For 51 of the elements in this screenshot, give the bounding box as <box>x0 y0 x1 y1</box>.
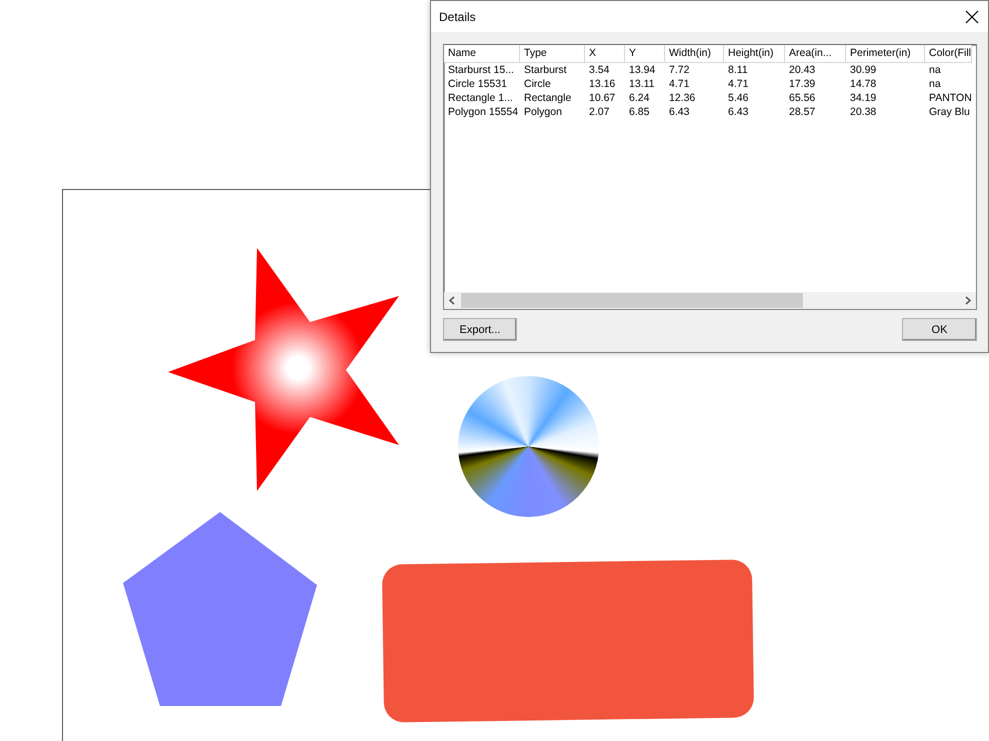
dialog-title: Details <box>439 10 476 24</box>
table-cell-text: 65.56 <box>788 91 816 105</box>
table-cell-text: Rectangle <box>523 91 572 105</box>
table-cell-text: Gray Blu <box>928 105 971 119</box>
table-cell-text: 6.24 <box>628 91 650 105</box>
table-cell-text: 13.11 <box>628 77 656 91</box>
table-cell-text: PANTON <box>928 91 972 105</box>
export-button[interactable]: Export... <box>443 318 517 341</box>
table-cell-text: Polygon <box>523 105 563 119</box>
table-cell-text: 4.71 <box>727 77 750 91</box>
table-cell-text: Circle 15531 <box>447 77 508 91</box>
table-cell-text: na <box>928 63 942 77</box>
scrollbar-thumb[interactable] <box>461 293 803 308</box>
table-cell-text: 28.57 <box>788 105 816 119</box>
table-cell-text: Rectangle 1... <box>447 91 514 105</box>
table-cell-text: Circle <box>523 77 552 91</box>
column-header[interactable]: Perimeter(in) <box>846 45 925 63</box>
table-cell-text: Starburst <box>523 63 568 77</box>
table-cell-text: 8.11 <box>727 63 749 77</box>
close-icon[interactable] <box>964 8 980 24</box>
table-cell-text: 6.43 <box>668 105 690 119</box>
table-cell-text: 6.85 <box>628 105 650 119</box>
column-header[interactable]: Height(in) <box>724 45 785 63</box>
table-cell-text: 13.94 <box>628 63 656 77</box>
ok-button[interactable]: OK <box>902 318 977 341</box>
column-header[interactable]: Width(in) <box>665 45 724 63</box>
table-cell-text: 7.72 <box>668 63 690 77</box>
table-cell-text: 20.38 <box>849 105 878 119</box>
table-cell-text: 14.78 <box>849 77 878 91</box>
column-header[interactable]: Y <box>625 45 665 63</box>
column-header[interactable]: Area(in... <box>785 45 846 63</box>
table-cell-text: 34.19 <box>849 91 878 105</box>
table-cell-text: na <box>928 77 942 91</box>
column-header[interactable]: Color(Fill <box>925 45 972 63</box>
column-header[interactable]: X <box>585 45 625 63</box>
table-cell-text: 10.67 <box>588 91 616 105</box>
table-cell-text: 5.46 <box>727 91 750 105</box>
column-header[interactable]: Name <box>444 45 520 63</box>
table-cell-text: 12.36 <box>668 91 696 105</box>
column-header[interactable]: Type <box>520 45 585 63</box>
table-cell-text: 13.16 <box>588 77 616 91</box>
table-cell-text: Starburst 15... <box>447 63 515 77</box>
table-cell-text: 4.71 <box>668 77 690 91</box>
table-cell-text: 3.54 <box>588 63 610 77</box>
table-cell-text: 30.99 <box>849 63 878 77</box>
table-cell-text: 17.39 <box>788 77 816 91</box>
table-cell-text: 2.07 <box>588 105 610 119</box>
table-cell-text: 20.43 <box>788 63 816 77</box>
table-cell-text: Polygon 15554 <box>447 105 520 119</box>
horizontal-scrollbar[interactable] <box>444 292 976 309</box>
table-cell-text: 6.43 <box>727 105 750 119</box>
